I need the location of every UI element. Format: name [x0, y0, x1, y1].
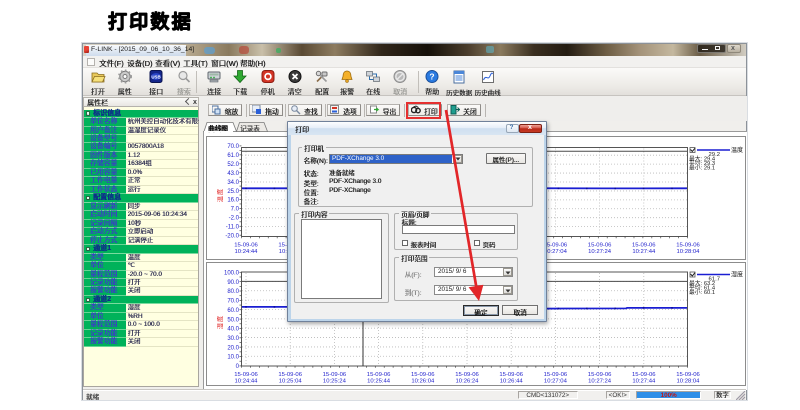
svg-text:10:26:04: 10:26:04: [411, 379, 435, 385]
svg-text:34.0: 34.0: [227, 180, 239, 186]
svg-text:15-09-06: 15-09-06: [588, 243, 612, 249]
svg-text:湿度: 湿度: [731, 271, 743, 279]
svg-text:15-09-06: 15-09-06: [676, 372, 700, 378]
svg-text:25.0: 25.0: [227, 189, 239, 195]
svg-text:15-09-06: 15-09-06: [234, 243, 258, 249]
svg-text:10:25:24: 10:25:24: [323, 379, 347, 385]
svg-text:15-09-06: 15-09-06: [544, 243, 568, 249]
svg-text:43.0: 43.0: [227, 171, 239, 177]
svg-text:10:27:04: 10:27:04: [544, 249, 568, 255]
svg-text:7.0: 7.0: [231, 207, 240, 213]
svg-text:30.0: 30.0: [227, 336, 239, 342]
svg-text:?: ?: [429, 72, 434, 82]
svg-text:60.0: 60.0: [227, 308, 239, 314]
svg-text:10:27:24: 10:27:24: [588, 379, 612, 385]
svg-text:50.0: 50.0: [227, 317, 239, 323]
svg-text:10:27:44: 10:27:44: [632, 379, 656, 385]
svg-text:90.0: 90.0: [227, 280, 239, 286]
svg-text:USB: USB: [151, 74, 160, 79]
svg-text:15-09-06: 15-09-06: [278, 372, 302, 378]
svg-text:10:24:44: 10:24:44: [235, 379, 259, 385]
svg-text:10:27:24: 10:27:24: [588, 249, 612, 255]
svg-text:15-09-06: 15-09-06: [455, 372, 479, 378]
svg-text:10:24:44: 10:24:44: [235, 249, 259, 255]
svg-text:10:26:44: 10:26:44: [500, 379, 524, 385]
svg-text:最小: 29.1: 最小: 29.1: [689, 163, 715, 171]
svg-text:15-09-06: 15-09-06: [632, 243, 656, 249]
svg-text:-2.0: -2.0: [229, 216, 240, 222]
svg-text:15-09-06: 15-09-06: [676, 243, 700, 249]
svg-text:湿度: 湿度: [217, 315, 225, 329]
svg-text:10:28:04: 10:28:04: [677, 379, 701, 385]
svg-text:温度: 温度: [731, 146, 743, 154]
svg-text:40.0: 40.0: [227, 327, 239, 333]
svg-text:15-09-06: 15-09-06: [632, 372, 656, 378]
svg-text:15-09-06: 15-09-06: [499, 372, 523, 378]
svg-text:20.0: 20.0: [227, 345, 239, 351]
svg-text:10:25:04: 10:25:04: [279, 379, 303, 385]
svg-text:52.0: 52.0: [227, 162, 239, 168]
svg-text:70.0: 70.0: [227, 144, 239, 150]
svg-text:10.0: 10.0: [227, 355, 239, 361]
svg-text:温度: 温度: [217, 188, 225, 202]
svg-text:10:27:04: 10:27:04: [544, 379, 568, 385]
svg-text:80.0: 80.0: [227, 289, 239, 295]
svg-text:10:27:44: 10:27:44: [632, 249, 656, 255]
svg-text:15-09-06: 15-09-06: [588, 372, 612, 378]
svg-text:16.0: 16.0: [227, 198, 239, 204]
svg-text:15-09-06: 15-09-06: [544, 372, 568, 378]
svg-text:-20.0: -20.0: [225, 233, 239, 239]
svg-text:61.0: 61.0: [227, 153, 239, 159]
svg-text:15-09-06: 15-09-06: [234, 372, 258, 378]
svg-text:最小: 60.1: 最小: 60.1: [689, 288, 715, 296]
svg-text:10:25:44: 10:25:44: [367, 379, 391, 385]
svg-text:70.0: 70.0: [227, 299, 239, 305]
svg-text:10:28:04: 10:28:04: [677, 249, 701, 255]
svg-text:15-09-06: 15-09-06: [411, 372, 435, 378]
svg-text:100.0: 100.0: [224, 271, 240, 277]
svg-text:-11.0: -11.0: [226, 224, 240, 230]
svg-text:10:26:24: 10:26:24: [456, 379, 480, 385]
svg-text:15-09-06: 15-09-06: [367, 372, 391, 378]
svg-text:15-09-06: 15-09-06: [323, 372, 347, 378]
